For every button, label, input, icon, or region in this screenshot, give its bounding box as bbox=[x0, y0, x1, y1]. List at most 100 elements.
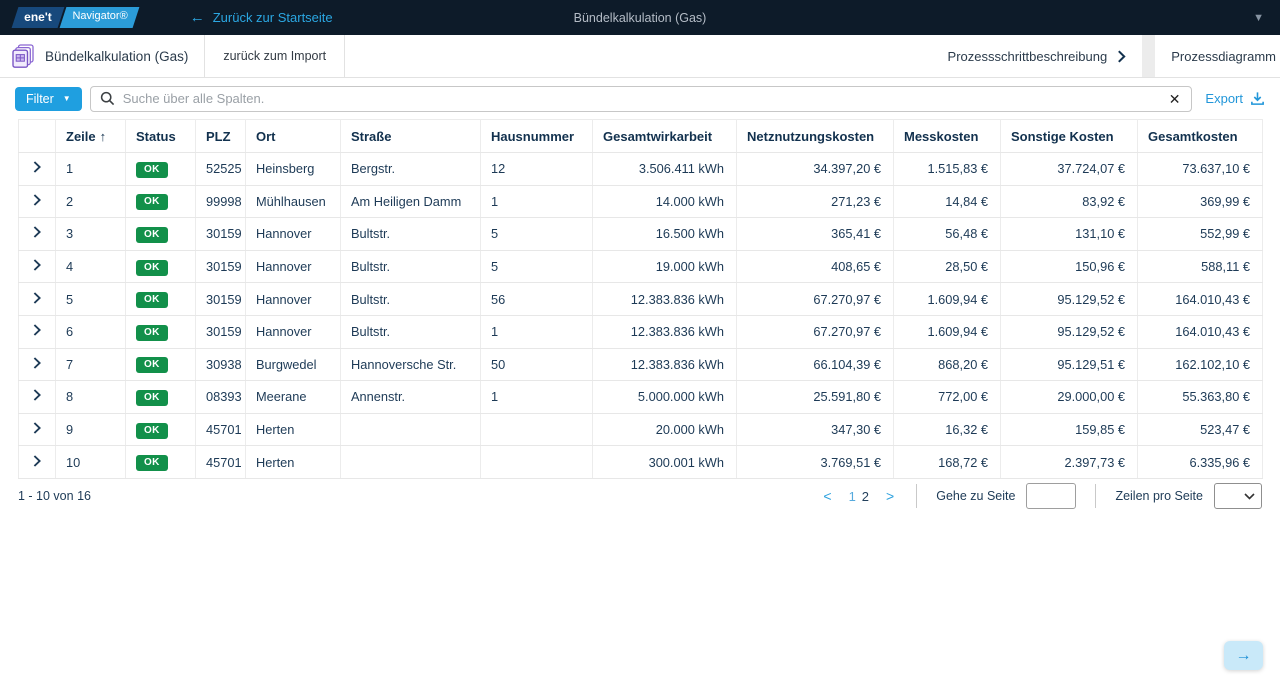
column-header-ort[interactable]: Ort bbox=[246, 120, 341, 153]
rows-per-page-label: Zeilen pro Seite bbox=[1115, 489, 1203, 503]
cell-status: OK bbox=[126, 218, 196, 251]
row-expander[interactable] bbox=[19, 413, 56, 446]
chevron-right-icon bbox=[33, 226, 41, 238]
column-header-gesamtkosten[interactable]: Gesamtkosten bbox=[1138, 120, 1263, 153]
row-range-label: 1 - 10 von 16 bbox=[18, 489, 91, 503]
cell-gesamtwirkarbeit: 300.001 kWh bbox=[593, 446, 737, 479]
rows-per-page-select[interactable] bbox=[1214, 483, 1262, 509]
back-to-import-tab[interactable]: zurück zum Import bbox=[205, 35, 344, 77]
column-header-gesamtwirkarbeit[interactable]: Gesamtwirkarbeit bbox=[593, 120, 737, 153]
column-header-hausnummer[interactable]: Hausnummer bbox=[481, 120, 593, 153]
results-table: Zeile↑StatusPLZOrtStraßeHausnummerGesamt… bbox=[18, 119, 1263, 479]
process-step-description-link[interactable]: Prozessschrittbeschreibung bbox=[932, 35, 1143, 77]
cell-gesamtwirkarbeit: 20.000 kWh bbox=[593, 413, 737, 446]
cell-plz: 45701 bbox=[196, 413, 246, 446]
cell-ort: Herten bbox=[246, 446, 341, 479]
cell-gesamtwirkarbeit: 14.000 kWh bbox=[593, 185, 737, 218]
cell-messkosten: 28,50 € bbox=[894, 250, 1001, 283]
app-bar: Bündelkalkulation (Gas) zurück zum Impor… bbox=[0, 35, 1280, 78]
cell-plz: 99998 bbox=[196, 185, 246, 218]
row-expander[interactable] bbox=[19, 315, 56, 348]
row-expander[interactable] bbox=[19, 250, 56, 283]
previous-page-button[interactable]: < bbox=[820, 488, 834, 504]
page-button-2[interactable]: 2 bbox=[859, 489, 872, 504]
cell-messkosten: 56,48 € bbox=[894, 218, 1001, 251]
logo-enet-segment: ene't bbox=[12, 7, 64, 28]
sort-ascending-icon: ↑ bbox=[100, 129, 107, 144]
table-row: 6OK30159HannoverBultstr.112.383.836 kWh6… bbox=[19, 315, 1263, 348]
cell-status: OK bbox=[126, 283, 196, 316]
next-step-button[interactable]: → bbox=[1224, 641, 1263, 670]
cell-gesamtwirkarbeit: 12.383.836 kWh bbox=[593, 348, 737, 381]
chevron-right-icon bbox=[33, 292, 41, 304]
column-header-zeile[interactable]: Zeile↑ bbox=[56, 120, 126, 153]
cell-gesamtwirkarbeit: 16.500 kWh bbox=[593, 218, 737, 251]
search-input[interactable] bbox=[123, 91, 1159, 106]
cell-gesamtkosten: 369,99 € bbox=[1138, 185, 1263, 218]
row-expander[interactable] bbox=[19, 283, 56, 316]
table-row: 1OK52525HeinsbergBergstr.123.506.411 kWh… bbox=[19, 153, 1263, 186]
clear-search-button[interactable]: ✕ bbox=[1167, 92, 1183, 106]
divider bbox=[1095, 484, 1096, 508]
column-header-messkosten[interactable]: Messkosten bbox=[894, 120, 1001, 153]
cell-strasse: Bergstr. bbox=[341, 153, 481, 186]
cell-plz: 30938 bbox=[196, 348, 246, 381]
page-title: Bündelkalkulation (Gas) bbox=[45, 49, 188, 64]
cell-messkosten: 868,20 € bbox=[894, 348, 1001, 381]
row-expander[interactable] bbox=[19, 381, 56, 414]
column-header-plz[interactable]: PLZ bbox=[196, 120, 246, 153]
process-diagram-link[interactable]: Prozessdiagramm bbox=[1155, 35, 1280, 77]
cell-strasse bbox=[341, 446, 481, 479]
table-row: 9OK45701Herten20.000 kWh347,30 €16,32 €1… bbox=[19, 413, 1263, 446]
cell-gesamtkosten: 588,11 € bbox=[1138, 250, 1263, 283]
page-controls: < 12 > Gehe zu Seite Zeilen pro Seite bbox=[820, 483, 1262, 509]
cell-messkosten: 1.515,83 € bbox=[894, 153, 1001, 186]
cell-hausnummer: 5 bbox=[481, 218, 593, 251]
cell-gesamtwirkarbeit: 12.383.836 kWh bbox=[593, 315, 737, 348]
row-expander[interactable] bbox=[19, 446, 56, 479]
chevron-right-icon bbox=[33, 194, 41, 206]
goto-page-label: Gehe zu Seite bbox=[936, 489, 1015, 503]
cell-strasse: Bultstr. bbox=[341, 315, 481, 348]
cell-messkosten: 14,84 € bbox=[894, 185, 1001, 218]
cell-netznutzungskosten: 67.270,97 € bbox=[737, 315, 894, 348]
row-expander[interactable] bbox=[19, 185, 56, 218]
cell-strasse: Am Heiligen Damm bbox=[341, 185, 481, 218]
cell-messkosten: 16,32 € bbox=[894, 413, 1001, 446]
table-row: 7OK30938BurgwedelHannoversche Str.5012.3… bbox=[19, 348, 1263, 381]
export-button[interactable]: Export bbox=[1205, 91, 1265, 106]
cell-netznutzungskosten: 365,41 € bbox=[737, 218, 894, 251]
cell-netznutzungskosten: 67.270,97 € bbox=[737, 283, 894, 316]
back-to-home-link[interactable]: ← Zurück zur Startseite bbox=[190, 10, 333, 25]
chevron-down-icon[interactable]: ▼ bbox=[1253, 12, 1264, 24]
column-header-sonstige-kosten[interactable]: Sonstige Kosten bbox=[1001, 120, 1138, 153]
page-button-1[interactable]: 1 bbox=[846, 489, 859, 504]
cell-plz: 30159 bbox=[196, 283, 246, 316]
cell-ort: Mühlhausen bbox=[246, 185, 341, 218]
next-page-button[interactable]: > bbox=[883, 488, 897, 504]
cell-ort: Hannover bbox=[246, 250, 341, 283]
cell-messkosten: 1.609,94 € bbox=[894, 283, 1001, 316]
cell-zeile: 10 bbox=[56, 446, 126, 479]
cell-hausnummer bbox=[481, 413, 593, 446]
cell-netznutzungskosten: 408,65 € bbox=[737, 250, 894, 283]
status-badge: OK bbox=[136, 260, 168, 276]
column-header-netznutzungskosten[interactable]: Netznutzungskosten bbox=[737, 120, 894, 153]
table-row: 2OK99998MühlhausenAm Heiligen Damm114.00… bbox=[19, 185, 1263, 218]
logo-navigator-segment: Navigator® bbox=[59, 7, 139, 28]
cell-messkosten: 772,00 € bbox=[894, 381, 1001, 414]
status-badge: OK bbox=[136, 423, 168, 439]
row-expander[interactable] bbox=[19, 218, 56, 251]
chevron-down-icon bbox=[1244, 493, 1255, 500]
table-body: 1OK52525HeinsbergBergstr.123.506.411 kWh… bbox=[19, 153, 1263, 479]
cell-strasse: Bultstr. bbox=[341, 283, 481, 316]
column-header-status[interactable]: Status bbox=[126, 120, 196, 153]
row-expander[interactable] bbox=[19, 348, 56, 381]
filter-button[interactable]: Filter ▼ bbox=[15, 87, 82, 111]
goto-page-input[interactable] bbox=[1026, 483, 1076, 509]
cell-hausnummer: 12 bbox=[481, 153, 593, 186]
cell-hausnummer: 1 bbox=[481, 381, 593, 414]
row-expander[interactable] bbox=[19, 153, 56, 186]
cell-gesamtkosten: 6.335,96 € bbox=[1138, 446, 1263, 479]
column-header-strasse[interactable]: Straße bbox=[341, 120, 481, 153]
